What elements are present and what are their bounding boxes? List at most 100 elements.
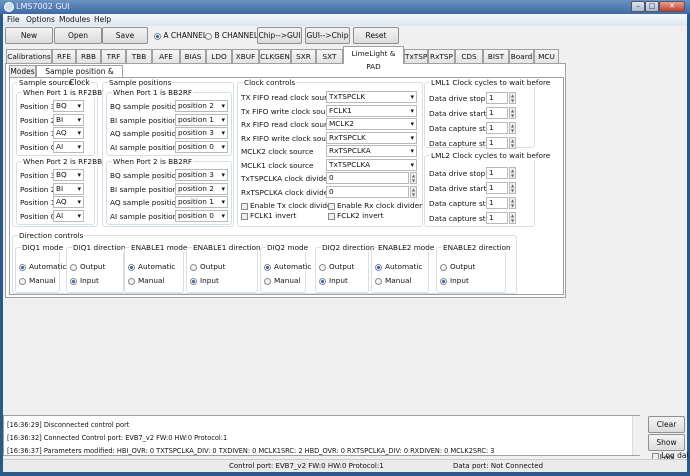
enable1-mode-manual-radio[interactable]: Manual xyxy=(128,276,165,285)
close-button[interactable]: ✕ xyxy=(659,1,685,12)
fclk1-invert-checkbox[interactable]: FCLK1 invert xyxy=(241,211,296,220)
clock-source-select[interactable]: TxTSPCLK xyxy=(326,91,417,103)
sample-position-select[interactable]: position 2 xyxy=(175,100,228,112)
channel-a-radio[interactable]: A CHANNEL xyxy=(154,31,207,40)
tab-limelight-pad[interactable]: LimeLight & PAD xyxy=(343,46,404,71)
position-select[interactable]: AQ xyxy=(53,127,84,139)
clear-button[interactable]: Clear xyxy=(648,416,685,433)
position-select[interactable]: BI xyxy=(53,182,84,195)
position-select[interactable]: BI xyxy=(53,113,84,126)
enable-tx-clock-divider-checkbox[interactable]: Enable Tx clock divider xyxy=(241,201,334,210)
tab-tbb[interactable]: TBB xyxy=(126,49,152,63)
diq2-mode-automatic-radio[interactable]: Automatic xyxy=(264,262,311,271)
log-scrollbar[interactable] xyxy=(632,416,640,455)
reset-button[interactable]: Reset xyxy=(353,27,399,44)
clock-divider-spinbox[interactable]: 0 xyxy=(326,185,409,198)
lml2-wait-spinbox[interactable]: 1 xyxy=(486,197,508,209)
lml2-wait-spinbox[interactable]: 1 xyxy=(486,212,508,224)
diq1-mode-manual-radio[interactable]: Manual xyxy=(19,276,56,285)
tab-sxt[interactable]: SXT xyxy=(316,49,343,63)
spin-arrows-icon[interactable]: ▲ ▼ xyxy=(509,197,516,209)
sample-position-select[interactable]: position 0 xyxy=(175,140,228,153)
lml1-wait-spinbox[interactable]: 1 xyxy=(486,107,508,119)
clock-source-select[interactable]: RxTSPCLKA xyxy=(326,145,417,157)
tab-txtsp[interactable]: TxTSP xyxy=(404,49,428,63)
diq1-mode-automatic-radio[interactable]: Automatic xyxy=(19,262,66,271)
position-select[interactable]: AQ xyxy=(53,196,84,208)
menu-help[interactable]: Help xyxy=(94,15,111,24)
maximize-button[interactable]: □ xyxy=(645,1,659,12)
menu-options[interactable]: Options xyxy=(26,15,55,24)
position-select[interactable]: BQ xyxy=(53,100,84,112)
spin-arrows-icon[interactable]: ▲ ▼ xyxy=(509,167,516,179)
spin-arrows-icon[interactable]: ▲ ▼ xyxy=(509,212,516,224)
show-log-button[interactable]: Show Log xyxy=(648,434,685,462)
tab-xbuf[interactable]: XBUF xyxy=(232,49,259,63)
open-button[interactable]: Open xyxy=(54,27,102,44)
chip-to-gui-button[interactable]: Chip-->GUI xyxy=(257,27,302,44)
spin-arrows-icon[interactable]: ▲ ▼ xyxy=(509,107,516,119)
diq1-direction-output-radio[interactable]: Output xyxy=(70,262,105,271)
lml1-wait-spinbox[interactable]: 1 xyxy=(486,92,508,104)
save-button[interactable]: Save xyxy=(102,27,148,44)
new-button[interactable]: New xyxy=(5,27,53,44)
enable2-direction-input-radio[interactable]: Input xyxy=(440,276,469,285)
tab-trf[interactable]: TRF xyxy=(101,49,126,63)
enable1-direction-input-radio[interactable]: Input xyxy=(190,276,219,285)
tab-bias[interactable]: BIAS xyxy=(180,49,206,63)
enable1-mode-automatic-radio[interactable]: Automatic xyxy=(128,262,175,271)
tab-rfe[interactable]: RFE xyxy=(52,49,76,63)
sample-position-select[interactable]: position 3 xyxy=(175,169,228,181)
sample-position-select[interactable]: position 0 xyxy=(175,209,228,222)
tab-rbb[interactable]: RBB xyxy=(76,49,101,63)
clock-source-select[interactable]: RxTSPCLK xyxy=(326,131,417,144)
position-select[interactable]: BQ xyxy=(53,169,84,181)
spin-arrows-icon[interactable]: ▲ ▼ xyxy=(509,122,516,134)
spin-arrows-icon[interactable]: ▲ ▼ xyxy=(509,92,516,104)
tab-cds[interactable]: CDS xyxy=(455,49,483,63)
lml2-wait-spinbox[interactable]: 1 xyxy=(486,182,508,194)
menu-file[interactable]: File xyxy=(7,15,20,24)
fclk2-invert-checkbox[interactable]: FCLK2 invert xyxy=(328,211,383,220)
lml2-wait-spinbox[interactable]: 1 xyxy=(486,167,508,179)
sample-position-select[interactable]: position 1 xyxy=(175,196,228,208)
tab-ldo[interactable]: LDO xyxy=(206,49,232,63)
diq2-direction-input-radio[interactable]: Input xyxy=(319,276,348,285)
sample-position-select[interactable]: position 1 xyxy=(175,113,228,126)
sample-position-select[interactable]: position 2 xyxy=(175,182,228,195)
clock-source-select[interactable]: TxTSPCLKA xyxy=(326,158,417,171)
channel-b-radio[interactable]: B CHANNEL xyxy=(205,31,258,40)
diq2-direction-output-radio[interactable]: Output xyxy=(319,262,354,271)
position-select[interactable]: AI xyxy=(53,140,84,153)
spin-arrows-icon[interactable]: ▲ ▼ xyxy=(410,172,417,184)
tab-mcu[interactable]: MCU xyxy=(534,49,559,63)
tab-sxr[interactable]: SXR xyxy=(291,49,316,63)
subtab-sample-position-clock[interactable]: Sample position & Clock xyxy=(36,65,123,87)
tab-calibrations[interactable]: Calibrations xyxy=(6,49,52,63)
enable2-direction-output-radio[interactable]: Output xyxy=(440,262,475,271)
enable2-mode-manual-radio[interactable]: Manual xyxy=(375,276,412,285)
clock-source-select[interactable]: MCLK2 xyxy=(326,118,417,130)
enable2-mode-automatic-radio[interactable]: Automatic xyxy=(375,262,422,271)
gui-to-chip-button[interactable]: GUI-->Chip xyxy=(305,27,350,44)
diq1-direction-input-radio[interactable]: Input xyxy=(70,276,99,285)
tab-afe[interactable]: AFE xyxy=(152,49,180,63)
minimize-button[interactable]: – xyxy=(631,1,645,12)
sample-position-select[interactable]: position 3 xyxy=(175,127,228,139)
clock-source-select[interactable]: FCLK1 xyxy=(326,104,417,117)
tab-bist[interactable]: BIST xyxy=(483,49,509,63)
enable-rx-clock-divider-checkbox[interactable]: Enable Rx clock divider xyxy=(328,201,422,210)
spin-arrows-icon[interactable]: ▲ ▼ xyxy=(509,137,516,149)
clock-divider-spinbox[interactable]: 0 xyxy=(326,172,409,184)
diq2-mode-manual-radio[interactable]: Manual xyxy=(264,276,301,285)
lml1-wait-spinbox[interactable]: 1 xyxy=(486,122,508,134)
tab-board[interactable]: Board xyxy=(509,49,534,63)
spin-arrows-icon[interactable]: ▲ ▼ xyxy=(509,182,516,194)
tab-clkgen[interactable]: CLKGEN xyxy=(259,49,291,63)
enable1-direction-output-radio[interactable]: Output xyxy=(190,262,225,271)
menu-modules[interactable]: Modules xyxy=(59,15,90,24)
subtab-modes[interactable]: Modes xyxy=(9,65,36,77)
lml1-wait-spinbox[interactable]: 1 xyxy=(486,137,508,149)
spin-arrows-icon[interactable]: ▲ ▼ xyxy=(410,185,417,198)
position-select[interactable]: AI xyxy=(53,209,84,222)
